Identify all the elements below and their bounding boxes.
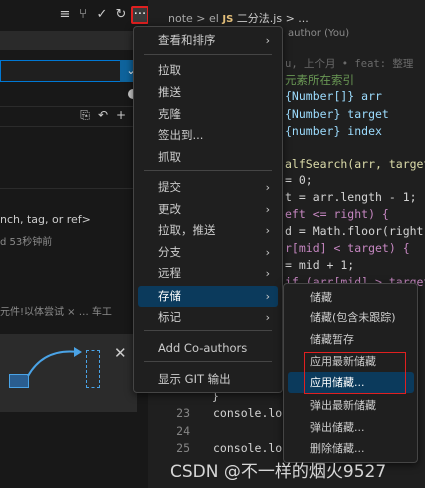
menu-separator (144, 54, 272, 55)
menu-item[interactable]: 显示 GIT 输出 (138, 369, 278, 390)
menu-item[interactable]: 更改 › (138, 199, 278, 220)
open-file-icon[interactable]: ⎘ (78, 108, 92, 122)
menu-item-label: 签出到... (158, 128, 204, 142)
blame-author: author (You) (288, 28, 350, 39)
menu-item[interactable]: 抓取 (138, 147, 278, 168)
menu-item-label: 抓取 (158, 150, 181, 164)
code-line: {number} index (285, 124, 382, 138)
menu-separator (144, 361, 272, 362)
menu-item-label: 存储 (158, 289, 181, 303)
chevron-right-icon: › (265, 181, 270, 194)
illustration-arrow-icon (27, 347, 82, 377)
menu-item-label: 更改 (158, 202, 181, 216)
submenu-item[interactable]: 弹出储藏... (288, 417, 414, 438)
divider (0, 188, 148, 189)
chevron-right-icon: › (265, 311, 270, 324)
menu-item[interactable]: Add Co-authors (138, 338, 278, 359)
add-icon[interactable]: + (114, 108, 128, 122)
checkmark-icon[interactable]: ✓ (94, 7, 110, 23)
menu-item[interactable]: 拉取，推送 › (138, 220, 278, 241)
close-icon[interactable]: ✕ (114, 344, 127, 362)
refresh-icon[interactable]: ↻ (113, 7, 129, 23)
source-control-panel: ≡ ⑂ ✓ ↻ ··· ⌄ ⎘ ↶ + ⋯ nch, tag, or ref> … (0, 0, 149, 488)
chevron-right-icon: › (265, 290, 270, 303)
chevron-right-icon: › (265, 203, 270, 216)
menu-item[interactable]: 拉取 (138, 60, 278, 81)
menu-item[interactable]: 远程 › (138, 263, 278, 284)
code-line: console.lo (213, 441, 283, 455)
menu-item-label: 推送 (158, 85, 181, 99)
chevron-right-icon: › (265, 224, 270, 237)
breadcrumb-tail[interactable]: > ... (286, 12, 309, 25)
menu-item[interactable]: 存储 › (138, 286, 278, 307)
submenu-item[interactable]: 储藏暂存 (288, 329, 414, 350)
divider (0, 126, 148, 127)
line-number: 24 (176, 424, 190, 438)
menu-item-label: Add Co-authors (158, 341, 248, 355)
context-menu: 查看和排序 › 拉取 推送 克隆 签出到... 抓取 提交 › 更改 › 拉取，推送 › 分支 › 远程 › 存储… (133, 26, 283, 393)
code-line: = mid + 1; (285, 258, 355, 272)
code-line: console.lo (213, 406, 283, 420)
line-number: 25 (176, 441, 190, 455)
breadcrumb-file[interactable]: 二分法.js (237, 12, 282, 25)
menu-separator (144, 170, 272, 171)
chevron-right-icon: › (265, 267, 270, 280)
code-line: r[mid] < target) { (285, 241, 410, 255)
menu-item[interactable]: 查看和排序 › (138, 30, 278, 51)
menu-item-label: 克隆 (158, 107, 181, 121)
annotation-highlight-box (304, 352, 406, 394)
menu-item[interactable]: 标记 › (138, 307, 278, 328)
menu-item[interactable]: 推送 (138, 82, 278, 103)
notification-text: 元件!以体尝试 × … 车工 (0, 307, 112, 318)
branch-graph-icon[interactable]: ⑂ (75, 7, 91, 23)
menu-item-label: 提交 (158, 180, 181, 194)
chevron-right-icon: › (265, 34, 270, 47)
breadcrumb-el[interactable]: el (209, 12, 219, 25)
code-line: d = Math.floor(right (285, 224, 424, 238)
code-line: t = arr.length - 1; (285, 190, 417, 204)
code-line: eft <= right) { (285, 207, 389, 221)
branch-prompt-text: nch, tag, or ref> (0, 213, 91, 226)
divider (0, 106, 148, 107)
watermark: CSDN @不一样的烟火9527 (170, 462, 387, 482)
menu-separator (144, 330, 272, 331)
panel-toolbar: ≡ ⑂ ✓ ↻ ··· (0, 0, 149, 31)
code-line: 元素所在索引 (285, 73, 354, 87)
inline-blame: u, 上个月 • feat: 整理 (285, 58, 414, 70)
menu-item[interactable]: 提交 › (138, 177, 278, 198)
code-line: {Number} target (285, 107, 389, 121)
list-icon[interactable]: ≡ (57, 7, 73, 23)
breadcrumb-separator: > (196, 12, 206, 25)
submenu-item[interactable]: 储藏 (288, 287, 414, 308)
menu-item-label: 标记 (158, 310, 181, 324)
code-line: = 0; (285, 173, 313, 187)
js-file-icon: JS (222, 14, 234, 25)
menu-item-label: 查看和排序 (158, 33, 216, 47)
submenu-item[interactable]: 删除储藏... (288, 438, 414, 459)
submenu-item[interactable]: 储藏(包含未跟踪) (288, 307, 414, 328)
menu-item[interactable]: 克隆 (138, 104, 278, 125)
menu-item[interactable]: 签出到... (138, 125, 278, 146)
menu-item-label: 拉取，推送 (158, 223, 216, 237)
menu-item-label: 远程 (158, 266, 181, 280)
code-line: {Number[]} arr (285, 89, 382, 103)
submenu-item[interactable]: 弹出最新储藏 (288, 395, 414, 416)
breadcrumb: note > el JS 二分法.js > ... (168, 10, 309, 26)
illustration-dashed-box-icon (86, 350, 100, 388)
menu-item-label: 拉取 (158, 63, 181, 77)
toggle-row (0, 85, 148, 105)
menu-item-label: 显示 GIT 输出 (158, 372, 231, 386)
relative-time-text: d 53秒钟前 (0, 237, 53, 248)
discard-icon[interactable]: ↶ (96, 108, 110, 122)
line-number: 23 (176, 406, 190, 420)
more-actions-button[interactable]: ··· (131, 6, 149, 24)
breadcrumb-note[interactable]: note (168, 12, 193, 25)
section-header (0, 31, 148, 50)
menu-item-label: 分支 (158, 245, 181, 259)
code-line: alfSearch(arr, target (285, 157, 425, 171)
chevron-right-icon: › (265, 246, 270, 259)
menu-item[interactable]: 分支 › (138, 242, 278, 263)
